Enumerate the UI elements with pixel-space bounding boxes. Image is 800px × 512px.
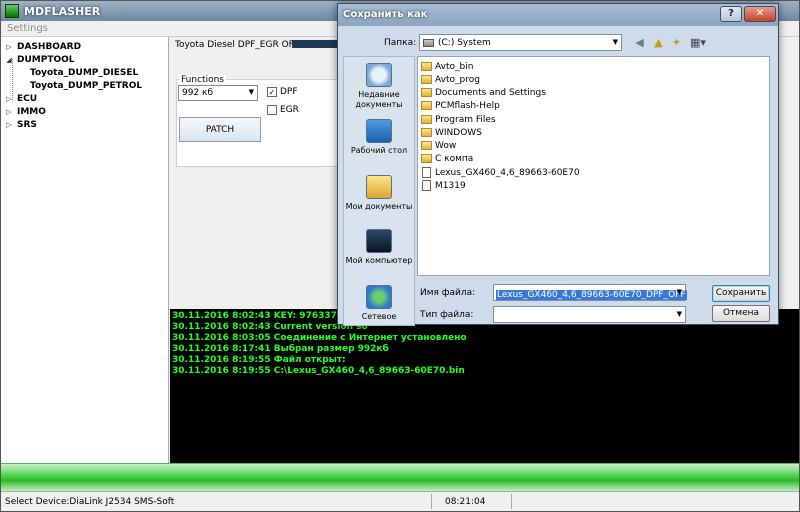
file-item[interactable]: Program Files	[421, 113, 496, 126]
log-line: 30.11.2016 8:19:55 C:\Lexus_GX460_4,6_89…	[172, 366, 465, 376]
file-item[interactable]: Avto_bin	[421, 60, 473, 73]
tree-item-ecu[interactable]: ▷ ECU	[1, 92, 168, 105]
folder-icon	[421, 88, 432, 97]
file-list: Avto_bin Avto_prog Documents and Setting…	[417, 56, 770, 276]
recent-documents-icon	[366, 63, 392, 87]
place-desktop[interactable]: Рабочий стол	[344, 119, 414, 156]
drive-icon	[423, 38, 434, 47]
folder-icon	[421, 128, 432, 137]
folder-icon	[421, 75, 432, 84]
filetype-select[interactable]: ▼	[493, 306, 686, 323]
tree-item-toyota-dump-diesel[interactable]: Toyota_DUMP_DIESEL	[1, 66, 168, 79]
network-icon	[366, 285, 392, 309]
tree-item-dumptool[interactable]: ◢ DUMPTOOL	[1, 53, 168, 66]
collapse-icon[interactable]: ◢	[4, 56, 14, 64]
filename-selected-text: Lexus_GX460_4,6_89663-60E70_DPF_OFF	[496, 290, 687, 300]
function-tree: ▷ DASHBOARD ◢ DUMPTOOL Toyota_DUMP_DIESEL …	[1, 37, 169, 463]
my-documents-icon	[366, 175, 392, 199]
folder-icon	[421, 141, 432, 150]
file-item[interactable]: С компа	[421, 152, 473, 165]
tab-toyota-diesel-dpf-egr-off[interactable]: Toyota Diesel DPF_EGR OFF	[175, 40, 299, 50]
egr-checkbox[interactable]	[267, 105, 277, 115]
file-item[interactable]: Avto_prog	[421, 73, 480, 86]
tree-item-srs[interactable]: ▷ SRS	[1, 118, 168, 131]
log-line: 30.11.2016 8:17:41 Выбран размер 992кб	[172, 344, 389, 354]
statusbar: Select Device:DiaLink J2534 SMS-Soft 08:…	[1, 491, 799, 511]
view-menu-icon[interactable]: ▦▾	[688, 35, 708, 50]
file-item[interactable]: PCMflash-Help	[421, 99, 500, 112]
status-time: 08:21:04	[445, 497, 486, 507]
filetype-label: Тип файла:	[420, 310, 474, 320]
menu-settings[interactable]: Settings	[7, 23, 48, 34]
place-my-documents[interactable]: Мои документы	[344, 175, 414, 212]
chevron-down-icon: ▼	[676, 288, 682, 296]
patch-button[interactable]: PATCH	[179, 117, 261, 142]
places-bar: Недавние документы Рабочий стол Мои доку…	[343, 56, 415, 326]
place-network[interactable]: Сетевое	[344, 285, 414, 322]
filename-label: Имя файла:	[420, 288, 476, 298]
back-icon[interactable]: ◀	[632, 35, 647, 50]
functions-legend: Functions	[179, 75, 226, 85]
status-divider	[431, 494, 432, 509]
dialog-title: Сохранить как	[343, 9, 428, 20]
log-line: 30.11.2016 8:03:05 Соединение с Интернет…	[172, 333, 467, 343]
status-device: Select Device:DiaLink J2534 SMS-Soft	[5, 497, 175, 507]
expand-icon[interactable]: ▷	[4, 108, 14, 116]
dpf-label: DPF	[280, 87, 298, 97]
lookin-select[interactable]: (C:) System ▼	[419, 34, 622, 51]
my-computer-icon	[366, 229, 392, 253]
expand-icon[interactable]: ▷	[4, 95, 14, 103]
folder-icon	[421, 154, 432, 163]
help-button[interactable]: ?	[720, 6, 742, 22]
save-as-dialog: Сохранить как ? ✕ Папка: (C:) System ▼ ◀…	[337, 3, 779, 326]
place-my-computer[interactable]: Мой компьютер	[344, 229, 414, 266]
dpf-checkbox[interactable]: ✓	[267, 87, 277, 97]
folder-icon	[421, 115, 432, 124]
dialog-titlebar[interactable]: Сохранить как ? ✕	[338, 4, 778, 26]
app-title: MDFLASHER	[24, 4, 101, 18]
app-logo-icon	[5, 4, 19, 18]
up-folder-icon[interactable]: ▲	[651, 35, 666, 50]
egr-checkbox-row[interactable]: EGR	[267, 105, 299, 115]
close-button[interactable]: ✕	[744, 6, 776, 22]
tree-item-toyota-dump-petrol[interactable]: Toyota_DUMP_PETROL	[1, 79, 168, 92]
tree-item-dashboard[interactable]: ▷ DASHBOARD	[1, 40, 168, 53]
save-button[interactable]: Сохранить	[712, 285, 770, 302]
log-line: 30.11.2016 8:19:55 Файл открыт:	[172, 355, 346, 365]
chevron-down-icon: ▼	[676, 310, 682, 318]
folder-icon	[421, 101, 432, 110]
size-select[interactable]: 992 кб ▼	[178, 85, 258, 101]
folder-icon	[421, 62, 432, 71]
cancel-button[interactable]: Отмена	[712, 305, 770, 322]
file-item[interactable]: Wow	[421, 139, 456, 152]
expand-icon[interactable]: ▷	[4, 121, 14, 129]
new-folder-icon[interactable]: ✦	[669, 35, 684, 50]
chevron-down-icon: ▼	[248, 88, 254, 96]
desktop-icon	[366, 119, 392, 143]
chevron-down-icon: ▼	[612, 38, 618, 46]
dpf-checkbox-row[interactable]: ✓ DPF	[267, 87, 298, 97]
file-item[interactable]: M1319	[421, 179, 466, 192]
expand-icon[interactable]: ▷	[4, 43, 14, 51]
log-console: 30.11.2016 8:02:43 KEY: 976337000000 30.…	[170, 309, 799, 463]
place-recent-documents[interactable]: Недавние документы	[344, 63, 414, 110]
file-item[interactable]: Documents and Settings	[421, 86, 546, 99]
tree-item-immo[interactable]: ▷ IMMO	[1, 105, 168, 118]
progress-bar	[1, 463, 799, 491]
filename-input[interactable]: Lexus_GX460_4,6_89663-60E70_DPF_OFF ▼	[493, 284, 687, 301]
status-divider	[511, 494, 512, 509]
file-item[interactable]: WINDOWS	[421, 126, 482, 139]
file-item[interactable]: Lexus_GX460_4,6_89663-60E70	[421, 166, 580, 179]
document-icon	[422, 167, 431, 178]
document-icon	[422, 180, 431, 191]
egr-label: EGR	[280, 105, 299, 115]
lookin-label: Папка:	[384, 38, 417, 48]
